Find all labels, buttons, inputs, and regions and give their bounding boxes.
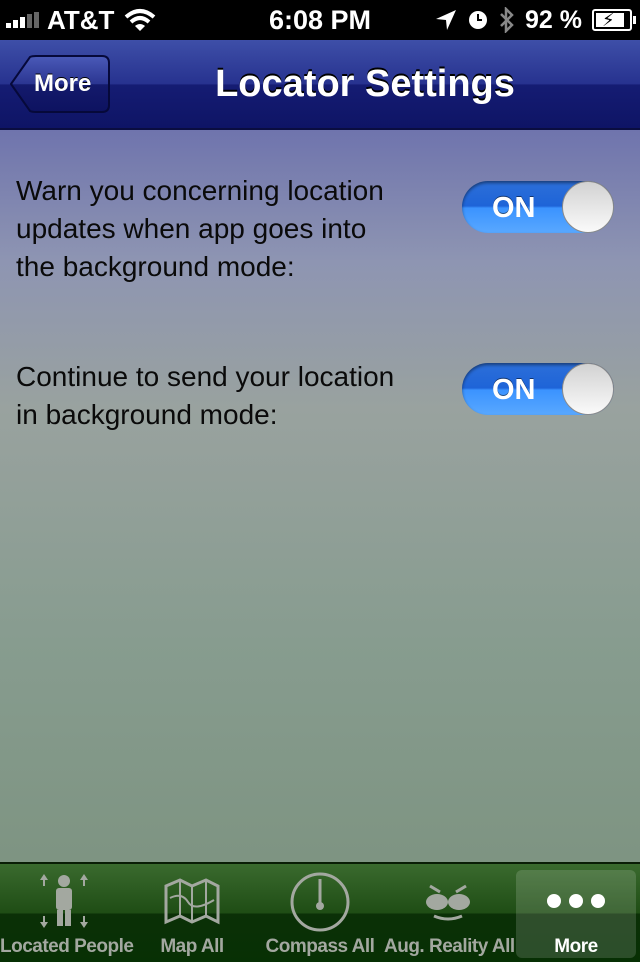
settings-content: Warn you concerning location updates whe…	[0, 130, 640, 862]
map-icon	[164, 878, 220, 925]
toggle-warn-background[interactable]: ON	[462, 181, 614, 233]
tab-label: Map All	[160, 936, 224, 957]
tab-bar: Located People Map All Compass All Aug. …	[0, 862, 640, 962]
tab-label: Located People	[0, 936, 134, 957]
more-dots-icon	[516, 874, 636, 928]
battery-percent: 92 %	[525, 5, 582, 34]
face-glasses-icon	[426, 884, 470, 921]
toggle-state-label: ON	[492, 192, 536, 224]
tab-map-all[interactable]: Map All	[128, 864, 256, 962]
battery-charging-icon: ⚡	[592, 9, 636, 31]
bluetooth-icon	[500, 7, 514, 33]
back-button-label: More	[34, 70, 92, 97]
setting-row-warn-background: Warn you concerning location updates whe…	[16, 172, 624, 286]
people-icon	[40, 874, 88, 928]
toggle-knob	[562, 181, 614, 233]
alarm-clock-icon	[469, 11, 488, 29]
setting-row-send-location: Continue to send your location in backgr…	[16, 358, 624, 434]
tab-label: Compass All	[265, 936, 375, 957]
tab-label: More	[554, 936, 598, 957]
page-title: Locator Settings	[215, 63, 515, 105]
location-arrow-icon	[436, 10, 457, 30]
status-right: 92 % ⚡	[435, 0, 636, 40]
navigation-bar: More Locator Settings	[0, 40, 640, 130]
back-button[interactable]: More	[10, 55, 110, 113]
toggle-send-location[interactable]: ON	[462, 363, 614, 415]
compass-icon	[290, 872, 350, 932]
setting-label-warn-background: Warn you concerning location updates whe…	[16, 175, 384, 282]
status-bar: AT&T 6:08 PM 92 % ⚡	[0, 0, 640, 40]
tab-located-people[interactable]: Located People	[0, 864, 134, 962]
tab-more[interactable]: More	[516, 870, 636, 958]
tab-label: Aug. Reality All	[384, 936, 515, 957]
tab-compass-all[interactable]: Compass All	[256, 864, 384, 962]
tab-aug-reality-all[interactable]: Aug. Reality All	[384, 864, 515, 962]
toggle-knob	[562, 363, 614, 415]
setting-label-send-location: Continue to send your location in backgr…	[16, 361, 395, 430]
toggle-state-label: ON	[492, 374, 536, 406]
